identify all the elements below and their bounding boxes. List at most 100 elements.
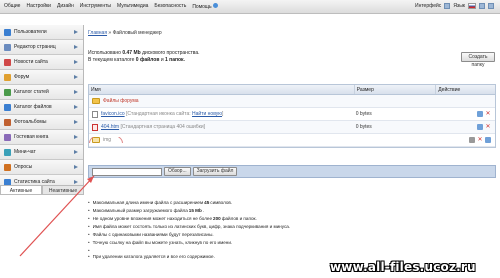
directory-count-line: В текущем каталоге 0 файлов и 1 папок. (88, 57, 185, 63)
files-icon (4, 103, 11, 111)
sidebar-item-label: Фотоальбомы (14, 119, 47, 125)
file-description: [Стандартная иконка сайта: (126, 111, 191, 117)
top-right-controls: Интерфейс Язык (415, 3, 494, 9)
menu-multimedia[interactable]: Мультимедиа (117, 3, 148, 10)
sidebar-item-guestbook[interactable]: Гостевая книга (0, 130, 83, 145)
chevron-right-icon (74, 120, 78, 124)
chevron-right-icon (74, 180, 78, 184)
sidebar-item-page-editor[interactable]: Редактор страниц (0, 40, 83, 55)
chat-icon (4, 148, 11, 156)
note-item: Максимальный размер загружаемого файла15… (88, 207, 388, 215)
find-new-icon-link[interactable]: Найти новую (192, 111, 222, 117)
file-link[interactable]: favicon.ico (101, 111, 125, 117)
column-header-action: Действие (435, 85, 495, 94)
sidebar-item-users[interactable]: Пользователи (0, 25, 83, 40)
chevron-right-icon (74, 30, 78, 34)
articles-icon (4, 88, 11, 96)
note-item: Максимальная длина имени файла с расшире… (88, 199, 388, 207)
breadcrumb-home-link[interactable]: Главная (88, 30, 107, 36)
note-item: Не одном уровне вложения может находитьс… (88, 215, 388, 223)
file-description: [Стандартная страница 404 ошибки] (120, 124, 206, 130)
delete-icon[interactable]: ✕ (477, 137, 483, 143)
sidebar-item-label: Каталог статей (14, 89, 49, 95)
top-menu-bar: Общие Настройки Дизайн Инструменты Мульт… (0, 0, 500, 14)
top-menu: Общие Настройки Дизайн Инструменты Мульт… (4, 3, 218, 10)
sidebar-tabs: Активные Неактивные (0, 185, 84, 195)
language-label[interactable]: Язык (453, 3, 465, 9)
chevron-right-icon (74, 105, 78, 109)
polls-icon (4, 163, 11, 171)
chevron-right-icon (74, 90, 78, 94)
sidebar-item-polls[interactable]: Опросы (0, 160, 83, 175)
sidebar-item-articles[interactable]: Каталог статей (0, 85, 83, 100)
sidebar-item-label: Мини-чат (14, 149, 36, 155)
sidebar-item-label: Форум (14, 74, 30, 80)
table-row[interactable]: img ✕ (89, 134, 495, 147)
interface-icon[interactable] (444, 3, 451, 9)
table-row[interactable]: 404.htm [Стандартная страница 404 ошибки… (89, 121, 495, 134)
table-row[interactable]: favicon.ico [Стандартная иконка сайта: Н… (89, 108, 495, 121)
tab-active[interactable]: Активные (0, 185, 42, 195)
chevron-right-icon (74, 150, 78, 154)
sidebar-item-label: Пользователи (14, 29, 47, 35)
delete-icon[interactable]: ✕ (485, 111, 491, 117)
breadcrumb-separator: » (108, 30, 112, 36)
note-item: Точную ссылку на файл вы можете узнать, … (88, 239, 388, 247)
sidebar-item-label: Опросы (14, 164, 33, 170)
table-row[interactable]: Файлы форума (89, 95, 495, 108)
delete-icon[interactable]: ✕ (485, 124, 491, 130)
permissions-icon[interactable] (469, 137, 475, 143)
highlight-ellipse (89, 137, 123, 143)
file-size: 0 bytes (355, 111, 372, 117)
forum-icon (4, 73, 11, 81)
column-header-name[interactable]: Имя (89, 85, 354, 94)
file-icon (92, 110, 98, 118)
russian-flag-icon[interactable] (468, 3, 476, 9)
folder-icon (92, 98, 100, 104)
watermark: www.all-files.ucoz.ru (330, 260, 476, 274)
menu-tools[interactable]: Инструменты (80, 3, 111, 10)
photo-icon (4, 118, 11, 126)
edit-icon[interactable] (477, 111, 483, 117)
menu-design[interactable]: Дизайн (57, 3, 74, 10)
close-icon[interactable] (488, 3, 494, 9)
file-table: Имя Размер Действие Файлы форума favicon… (88, 84, 496, 148)
sidebar-item-minichat[interactable]: Мини-чат (0, 145, 83, 160)
edit-icon[interactable] (485, 137, 491, 143)
interface-label[interactable]: Интерфейс (415, 3, 441, 9)
column-header-size[interactable]: Размер (353, 85, 436, 94)
users-icon (4, 28, 11, 36)
sidebar-item-label: Гостевая книга (14, 134, 49, 140)
disk-usage-line: Использовано 0.47 Mb дискового пространс… (88, 50, 200, 56)
news-icon (4, 58, 11, 66)
menu-help[interactable]: Помощь (192, 3, 218, 10)
sidebar-item-files[interactable]: Каталог файлов (0, 100, 83, 115)
upload-file-button[interactable]: Загрузить файл (192, 167, 238, 176)
folder-link[interactable]: Файлы форума (103, 98, 139, 104)
file-path-input[interactable] (92, 167, 162, 176)
create-folder-button[interactable]: Создать папку (461, 52, 495, 68)
breadcrumb: Главная » Файловый менеджер (88, 30, 162, 36)
sidebar-item-label: Новости сайта (14, 59, 48, 65)
sidebar-item-label: Каталог файлов (14, 104, 52, 110)
sidebar-item-label: Редактор страниц (14, 44, 56, 50)
chevron-right-icon (74, 60, 78, 64)
note-item: Файлы с одинаковыми названиями будут пер… (88, 231, 388, 239)
file-link[interactable]: 404.htm (101, 124, 119, 130)
sidebar-item-news[interactable]: Новости сайта (0, 55, 83, 70)
window-icon[interactable] (479, 3, 485, 9)
sidebar-item-photos[interactable]: Фотоальбомы (0, 115, 83, 130)
upload-notes: Максимальная длина имени файла с расшире… (88, 199, 388, 261)
note-item: Имя файла может состоять только из латин… (88, 223, 388, 231)
guestbook-icon (4, 133, 11, 141)
menu-general[interactable]: Общие (4, 3, 20, 10)
sidebar-item-forum[interactable]: Форум (0, 70, 83, 85)
edit-icon[interactable] (477, 124, 483, 130)
file-icon (92, 123, 98, 131)
menu-security[interactable]: Безопасность (154, 3, 186, 10)
menu-settings[interactable]: Настройки (26, 3, 51, 10)
file-size: 0 bytes (355, 124, 372, 130)
tab-inactive[interactable]: Неактивные (42, 185, 84, 195)
table-body: Файлы форума favicon.ico [Стандартная ик… (89, 95, 495, 147)
browse-button[interactable]: Обзор... (164, 167, 191, 176)
